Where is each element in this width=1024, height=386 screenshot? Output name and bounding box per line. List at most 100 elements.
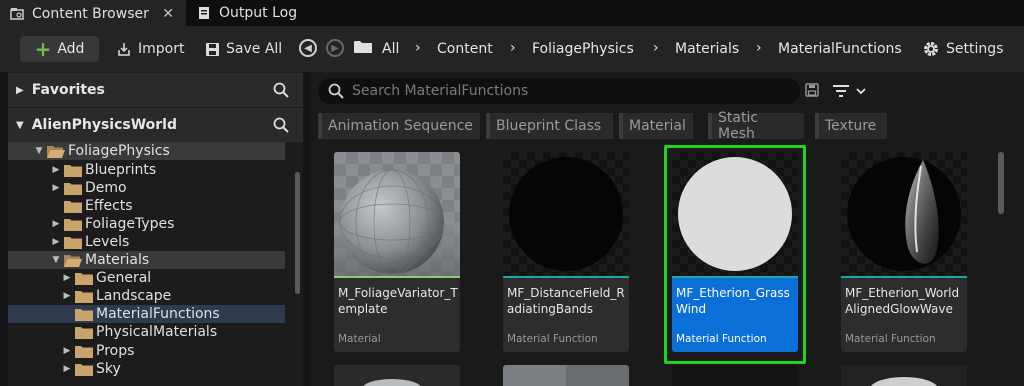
asset-type: Material Function xyxy=(507,333,598,345)
filter-chip-material[interactable]: Material xyxy=(619,113,693,139)
tree-item-label: Levels xyxy=(85,234,130,250)
tab-bar: Content Browser ✕ Output Log xyxy=(0,0,1024,26)
tree-item-foliagephysics[interactable]: ▼ FoliagePhysics xyxy=(8,142,285,160)
expand-arrow-icon: ▶ xyxy=(16,84,24,96)
tree-item-materialfunctions[interactable]: MaterialFunctions xyxy=(8,305,285,323)
breadcrumb-materials[interactable]: Materials xyxy=(675,36,739,62)
asset-tile[interactable]: M_FoliageVariator_Template Material xyxy=(334,152,460,352)
filter-chip-texture[interactable]: Texture xyxy=(815,113,887,139)
tree-item-props[interactable]: ▶ Props xyxy=(8,342,285,360)
tree-item-sky[interactable]: ▶ Sky xyxy=(8,360,285,378)
save-all-button[interactable]: Save All xyxy=(205,36,282,62)
tree-item-materials[interactable]: ▼ Materials xyxy=(8,251,285,269)
collapse-arrow-icon: ▼ xyxy=(35,146,43,156)
search-icon[interactable] xyxy=(273,117,289,133)
tree-item-label: Sky xyxy=(96,361,121,377)
tree-item-demo[interactable]: ▶ Demo xyxy=(8,179,285,197)
breadcrumb-separator: › xyxy=(415,40,421,56)
expand-arrow-icon: ▶ xyxy=(63,291,71,301)
filter-chip-label: Material xyxy=(629,118,686,134)
content-browser-icon xyxy=(10,8,24,20)
save-all-label: Save All xyxy=(226,41,283,57)
settings-label: Settings xyxy=(946,41,1004,57)
settings-button[interactable]: Settings xyxy=(922,36,1003,62)
tree-item-label: Landscape xyxy=(96,288,172,304)
add-button[interactable]: + Add xyxy=(20,36,99,62)
asset-scrollbar[interactable] xyxy=(998,152,1004,214)
breadcrumb-all[interactable]: All xyxy=(382,36,399,62)
breadcrumb-foliagephysics[interactable]: FoliagePhysics xyxy=(532,36,634,62)
asset-tile[interactable] xyxy=(672,365,798,386)
folder-icon xyxy=(64,218,82,231)
import-label: Import xyxy=(138,41,185,57)
tree-item-blueprints[interactable]: ▶ Blueprints xyxy=(8,161,285,179)
asset-tile[interactable] xyxy=(334,365,460,386)
breadcrumb-separator: › xyxy=(756,40,762,56)
search-placeholder: Search MaterialFunctions xyxy=(352,83,529,99)
breadcrumb-materialfunctions[interactable]: MaterialFunctions xyxy=(778,36,902,62)
filter-chip-static-mesh[interactable]: Static Mesh xyxy=(708,110,804,142)
folder-icon xyxy=(75,363,93,376)
filter-chip-label: Texture xyxy=(825,118,877,134)
search-icon[interactable] xyxy=(273,82,289,98)
close-icon[interactable]: ✕ xyxy=(162,6,174,22)
tree-item-landscape[interactable]: ▶ Landscape xyxy=(8,287,285,305)
asset-name: M_FoliageVariator_Template xyxy=(338,286,458,316)
back-button[interactable]: ◀ xyxy=(299,39,317,57)
collapse-arrow-icon: ▼ xyxy=(16,119,24,131)
asset-thumbnail xyxy=(503,365,629,386)
filter-chip-blueprint-class[interactable]: Blueprint Class xyxy=(486,113,613,139)
expand-arrow-icon: ▶ xyxy=(63,364,71,374)
asset-type-bar xyxy=(503,276,629,278)
favorites-header[interactable]: ▶ Favorites xyxy=(8,73,303,107)
tree-item-label: General xyxy=(96,270,152,286)
folder-open-icon xyxy=(47,145,65,158)
gear-icon xyxy=(924,42,938,56)
folder-icon xyxy=(64,236,82,249)
toolbar: + Add Import Save All ◀ ▶ All › Content … xyxy=(0,26,1024,72)
tree-item-label: Props xyxy=(96,343,135,359)
asset-tile[interactable] xyxy=(503,365,629,386)
folder-icon xyxy=(64,164,82,177)
import-icon xyxy=(118,43,130,56)
folder-icon xyxy=(75,326,93,339)
tree-item-label: FoliageTypes xyxy=(85,216,175,232)
tree-item-effects[interactable]: Effects xyxy=(8,197,285,215)
arrow-left-icon: ◀ xyxy=(304,42,312,54)
selection-highlight xyxy=(664,145,806,364)
tree-item-label: PhysicalMaterials xyxy=(96,324,218,340)
tree-scrollbar[interactable] xyxy=(295,172,300,294)
tree-item-levels[interactable]: ▶ Levels xyxy=(8,233,285,251)
folder-icon xyxy=(75,272,93,285)
asset-tile[interactable] xyxy=(841,365,967,386)
folder-icon xyxy=(64,182,82,195)
asset-tile[interactable]: MF_DistanceField_RadiatingBands Material… xyxy=(503,152,629,352)
tree-item-foliagetypes[interactable]: ▶ FoliageTypes xyxy=(8,215,285,233)
tab-output-log[interactable]: Output Log xyxy=(194,0,324,26)
project-header[interactable]: ▼ AlienPhysicsWorld xyxy=(8,108,303,142)
filter-icon[interactable] xyxy=(833,83,869,99)
tree-item-general[interactable]: ▶ General xyxy=(8,269,285,287)
asset-name: MF_DistanceField_RadiatingBands xyxy=(507,286,625,316)
tree-item-label: MaterialFunctions xyxy=(96,306,220,322)
asset-thumbnail xyxy=(503,152,629,276)
tab-content-browser-label: Content Browser xyxy=(32,6,149,22)
favorites-label: Favorites xyxy=(31,82,105,98)
asset-type: Material Function xyxy=(845,333,936,345)
search-input[interactable]: Search MaterialFunctions xyxy=(318,78,800,104)
arrow-right-icon: ▶ xyxy=(331,42,339,54)
tree-item-label: Blueprints xyxy=(85,162,157,178)
save-search-icon[interactable] xyxy=(805,83,819,97)
filter-chip-animation-sequence[interactable]: Animation Sequence xyxy=(318,113,480,139)
save-icon xyxy=(206,42,219,56)
asset-thumbnail xyxy=(672,365,798,386)
breadcrumb-content[interactable]: Content xyxy=(437,36,493,62)
asset-tile[interactable]: MF_Etherion_WorldAlignedGlowWave Materia… xyxy=(841,152,967,352)
folder-icon xyxy=(75,308,93,321)
tab-content-browser[interactable]: Content Browser ✕ xyxy=(0,0,186,26)
import-button[interactable]: Import xyxy=(116,36,184,62)
forward-button[interactable]: ▶ xyxy=(326,39,344,57)
tree-item-physicalmaterials[interactable]: PhysicalMaterials xyxy=(8,323,285,341)
filter-chip-label: Static Mesh xyxy=(718,110,759,142)
add-label: Add xyxy=(57,41,85,57)
